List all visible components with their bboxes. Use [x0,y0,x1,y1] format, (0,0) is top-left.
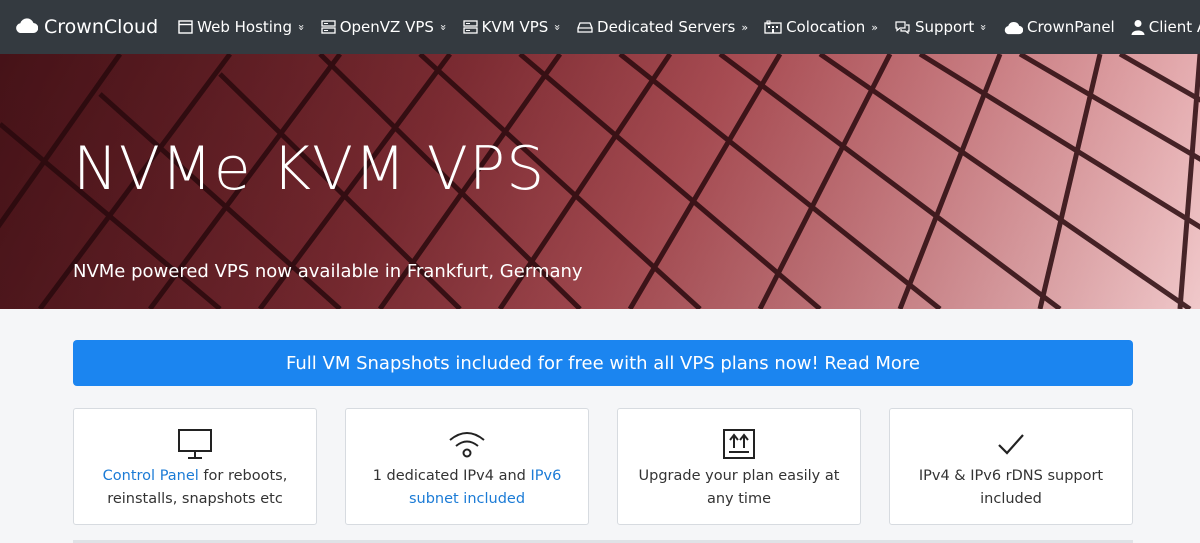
nav-kvm-vps[interactable]: KVM VPS » [455,18,569,36]
hdd-icon [577,21,593,33]
chevron-right-icon: » [871,20,878,34]
chevron-down-icon: » [551,23,565,31]
chat-icon [894,20,911,34]
nav-label: Support [914,18,975,36]
nav-left: Web Hosting » OpenVZ VPS » KVM VPS » Ded… [170,18,886,36]
hero-title: NVMe KVM VPS [73,134,546,204]
nav-openvz-vps[interactable]: OpenVZ VPS » [313,18,455,36]
nav-label: Client Area [1148,18,1200,36]
feature-card-rdns: IPv4 & IPv6 rDNS support included [889,408,1133,525]
nav-label: Web Hosting [197,18,292,36]
brand-logo[interactable]: CrownCloud [14,16,158,39]
nav-label: Dedicated Servers [597,18,736,36]
upgrade-icon [722,427,756,461]
feature-text: 1 dedicated IPv4 and IPv6 subnet include… [346,465,588,511]
control-panel-link[interactable]: Control Panel [103,468,199,484]
feature-card-ip: 1 dedicated IPv4 and IPv6 subnet include… [345,408,589,525]
nav-crownpanel[interactable]: CrownPanel [995,18,1123,36]
feature-desc: Upgrade your plan easily at any time [638,468,840,507]
nav-label: CrownPanel [1027,18,1115,36]
feature-desc: 1 dedicated IPv4 and [372,468,531,484]
nav-web-hosting[interactable]: Web Hosting » [170,18,313,36]
nav-support[interactable]: Support » [886,18,995,36]
user-icon [1131,19,1145,35]
browser-icon [178,20,193,34]
navbar: CrownCloud Web Hosting » OpenVZ VPS » KV… [0,0,1200,54]
features-row: Control Panel for reboots, reinstalls, s… [73,408,1133,525]
wifi-icon [447,427,487,461]
hero-subtitle: NVMe powered VPS now available in Frankf… [73,261,583,282]
building-icon [764,20,782,34]
nav-right: Support » CrownPanel Client Area [886,18,1200,36]
nav-colocation[interactable]: Colocation » [756,18,886,36]
server-icon [462,20,478,34]
feature-desc: IPv4 & IPv6 rDNS support included [918,468,1104,507]
feature-text: Control Panel for reboots, reinstalls, s… [74,465,316,511]
nav-dedicated-servers[interactable]: Dedicated Servers » [569,18,756,36]
nav-label: OpenVZ VPS [339,18,434,36]
nav-label: KVM VPS [481,18,549,36]
cloud-icon [1003,20,1023,35]
chevron-down-icon: » [436,23,450,31]
monitor-icon [177,427,213,461]
chevron-down-icon: » [294,23,308,31]
cloud-icon [14,16,39,39]
feature-card-upgrade: Upgrade your plan easily at any time [617,408,861,525]
snapshot-announcement-banner[interactable]: Full VM Snapshots included for free with… [73,340,1133,386]
brand-name: CrownCloud [44,16,159,38]
server-icon [321,20,336,34]
nav-client-area[interactable]: Client Area [1123,18,1200,36]
chevron-right-icon: » [741,20,749,34]
chevron-down-icon: » [977,23,991,31]
check-icon [995,427,1027,461]
feature-card-control-panel: Control Panel for reboots, reinstalls, s… [73,408,317,525]
nav-label: Colocation [786,18,866,36]
hero-banner: NVMe KVM VPS NVMe powered VPS now availa… [0,54,1200,309]
